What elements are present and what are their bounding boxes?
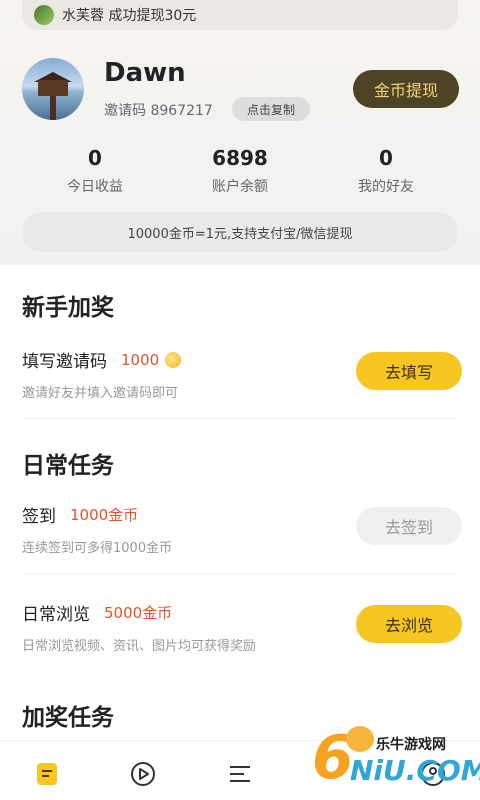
task-title: 签到 <box>22 507 56 527</box>
task-reward: 5000金币 <box>104 604 173 622</box>
video-tab-icon[interactable] <box>128 759 158 789</box>
fill-invite-button[interactable]: 去填写 <box>356 352 462 390</box>
divider <box>22 574 458 575</box>
browse-button[interactable]: 去浏览 <box>356 605 462 643</box>
invite-code: 邀请码 8967217 <box>104 103 213 119</box>
task-tab-icon[interactable] <box>32 759 62 789</box>
stat-label: 账户余额 <box>212 179 268 195</box>
section-title-daily: 日常任务 <box>22 453 114 479</box>
site-watermark: 6 乐牛游戏网 NiU.COM <box>312 726 480 796</box>
section-title-newbie: 新手加奖 <box>22 295 114 321</box>
coin-withdraw-button[interactable]: 金币提现 <box>353 70 459 108</box>
ticker-avatar <box>34 5 54 25</box>
stat-label: 我的好友 <box>358 179 414 195</box>
checkin-button[interactable]: 去签到 <box>356 507 462 545</box>
copy-invite-button[interactable]: 点击复制 <box>232 97 310 121</box>
section-title-bonus: 加奖任务 <box>22 705 114 731</box>
stat-my-friends[interactable]: 0 我的好友 <box>321 146 451 196</box>
task-reward: 1000 <box>121 350 160 369</box>
stat-today-earnings[interactable]: 0 今日收益 <box>30 146 160 196</box>
exchange-rate-bar: 10000金币=1元,支持支付宝/微信提现 <box>22 212 458 252</box>
task-reward: 1000金币 <box>70 506 139 524</box>
stat-value: 6898 <box>212 146 268 170</box>
ticker-text: 水芙蓉 成功提现30元 <box>62 8 197 24</box>
task-title: 日常浏览 <box>22 605 90 625</box>
avatar-hut <box>38 80 68 96</box>
watermark-logo-text: NiU.COM <box>350 754 480 787</box>
divider <box>22 418 458 419</box>
stat-label: 今日收益 <box>67 179 123 195</box>
coin-icon <box>165 351 182 368</box>
cow-logo-icon <box>346 726 374 752</box>
stat-value: 0 <box>379 146 393 170</box>
username: Dawn <box>104 58 186 88</box>
avatar[interactable] <box>22 58 84 120</box>
task-title: 填写邀请码 <box>22 352 107 372</box>
menu-tab-icon[interactable] <box>225 759 255 789</box>
avatar-pier <box>50 96 56 120</box>
stat-value: 0 <box>88 146 102 170</box>
withdraw-ticker: 水芙蓉 成功提现30元 <box>22 0 458 30</box>
stat-account-balance[interactable]: 6898 账户余额 <box>175 146 305 196</box>
watermark-brand: 乐牛游戏网 <box>376 737 446 753</box>
